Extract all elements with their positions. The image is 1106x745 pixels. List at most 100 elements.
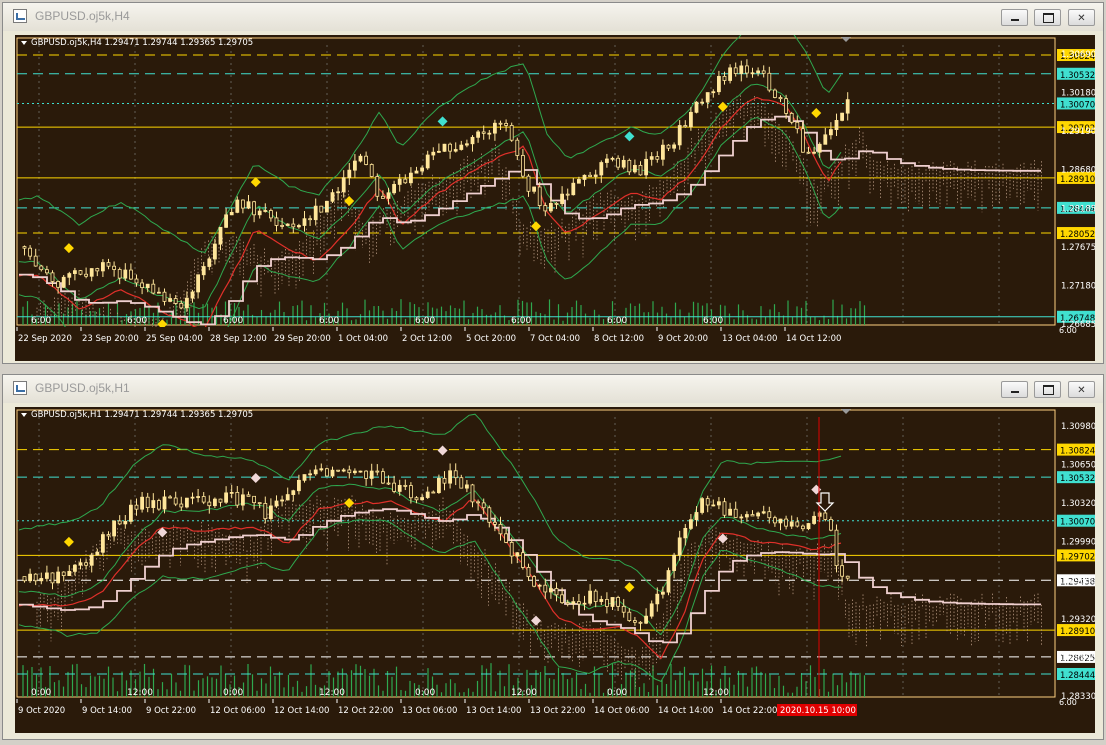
price-scale-label: 1.27180 <box>1061 281 1095 291</box>
candle-body <box>677 125 682 146</box>
maximize-button[interactable] <box>1034 381 1061 398</box>
candle-body <box>773 89 777 98</box>
level-price-label: 1.30070 <box>1060 100 1095 110</box>
price-scale-label: 1.30690 <box>1061 50 1095 60</box>
time-axis-label: 28 Sep 12:00 <box>210 334 267 344</box>
candle-body <box>84 273 88 277</box>
candle-body <box>184 297 189 309</box>
h4-chart-window[interactable]: GBPUSD.oj5k,H4 1.308241.305321.300701.29… <box>2 2 1104 364</box>
h1-price-chart[interactable]: 1.308241.305321.300701.297021.294381.289… <box>15 407 1095 733</box>
candle-body <box>336 191 341 194</box>
candle-body <box>392 482 397 492</box>
candle-body <box>672 554 676 571</box>
candle-body <box>44 572 49 579</box>
candle-body <box>151 283 156 294</box>
price-scale-label: 1.29320 <box>1061 615 1095 625</box>
close-button[interactable] <box>1068 381 1095 398</box>
chart-header-text: GBPUSD.oj5k,H4 1.29471 1.29744 1.29365 1… <box>31 38 253 48</box>
candle-body <box>778 518 783 524</box>
candle-body <box>420 497 425 501</box>
candle-body <box>61 276 66 288</box>
candle-body <box>291 223 296 228</box>
candle-body <box>224 492 229 503</box>
candle-body <box>285 494 290 501</box>
candle-body <box>750 514 755 517</box>
candle-body <box>352 160 357 171</box>
candle-body <box>397 178 402 185</box>
candle-body <box>95 268 100 272</box>
candle-body <box>280 225 285 227</box>
candle-body <box>117 269 122 279</box>
candle-body <box>593 174 598 177</box>
candle-body <box>806 523 811 530</box>
candle-body <box>397 484 402 492</box>
candle-body <box>168 298 173 302</box>
minimize-icon <box>1002 382 1027 397</box>
candle-body <box>274 500 279 507</box>
candle-body <box>644 615 648 624</box>
session-time-label: 6:00 <box>223 316 243 326</box>
candle-body <box>638 621 643 624</box>
candle-body <box>582 174 587 180</box>
h1-window-titlebar[interactable]: GBPUSD.oj5k,H1 <box>3 375 1103 403</box>
session-time-label: 12:00 <box>127 688 153 698</box>
candle-body <box>263 503 268 520</box>
candle-body <box>134 504 139 510</box>
minimize-button[interactable] <box>1001 9 1028 26</box>
candle-body <box>123 269 128 279</box>
candle-body <box>369 164 374 177</box>
level-price-label: 1.28910 <box>1060 175 1095 185</box>
h4-window-title: GBPUSD.oj5k,H4 <box>35 9 130 23</box>
maximize-button[interactable] <box>1034 9 1061 26</box>
candle-body <box>67 570 72 577</box>
candle-body <box>728 508 732 516</box>
candle-body <box>750 72 755 75</box>
candle-body <box>156 291 161 294</box>
session-time-label: 6:00 <box>415 316 435 326</box>
minimize-button[interactable] <box>1001 381 1028 398</box>
candle-body <box>33 255 38 267</box>
candle-body <box>728 67 732 81</box>
candle-body <box>257 210 262 216</box>
candle-body <box>101 534 105 553</box>
candle-body <box>834 120 839 130</box>
candle-body <box>330 469 335 477</box>
candle-body <box>369 470 374 479</box>
session-time-label: 0:00 <box>223 688 243 698</box>
candle-body <box>661 144 665 160</box>
candle-body <box>22 246 27 249</box>
candle-body <box>627 611 632 621</box>
candle-body <box>672 144 676 149</box>
candle-body <box>347 169 352 179</box>
level-price-label: 1.30532 <box>1060 71 1095 81</box>
candle-body <box>375 470 380 473</box>
price-scale-label: 1.27675 <box>1061 243 1095 253</box>
candle-body <box>56 281 60 288</box>
candle-body <box>341 177 346 193</box>
candle-body <box>39 265 44 271</box>
candle-body <box>67 273 72 278</box>
candle-body <box>571 601 576 605</box>
close-button[interactable] <box>1068 9 1095 26</box>
candle-body <box>532 186 536 192</box>
level-price-label: 1.30532 <box>1060 474 1095 484</box>
candle-body <box>302 474 307 481</box>
candle-body <box>666 570 671 593</box>
h4-price-chart[interactable]: 1.308241.305321.300701.297021.289101.284… <box>15 35 1095 361</box>
candle-body <box>408 485 413 499</box>
candle-body <box>268 210 273 219</box>
candle-body <box>285 223 290 226</box>
minimize-icon <box>1002 10 1027 25</box>
candle-body <box>549 202 553 212</box>
h1-chart-window[interactable]: GBPUSD.oj5k,H1 1.30824 1.30532 1.30070 1.29… <box>2 374 1104 740</box>
candle-body <box>442 143 447 152</box>
candle-body <box>61 571 66 577</box>
candle-body <box>190 496 195 499</box>
candle-body <box>246 201 251 209</box>
candle-body <box>380 471 385 484</box>
h4-window-titlebar[interactable]: GBPUSD.oj5k,H4 <box>3 3 1103 31</box>
candle-body <box>817 143 822 153</box>
candle-body <box>168 496 173 499</box>
candle-body <box>173 298 178 304</box>
candle-body <box>39 578 44 582</box>
